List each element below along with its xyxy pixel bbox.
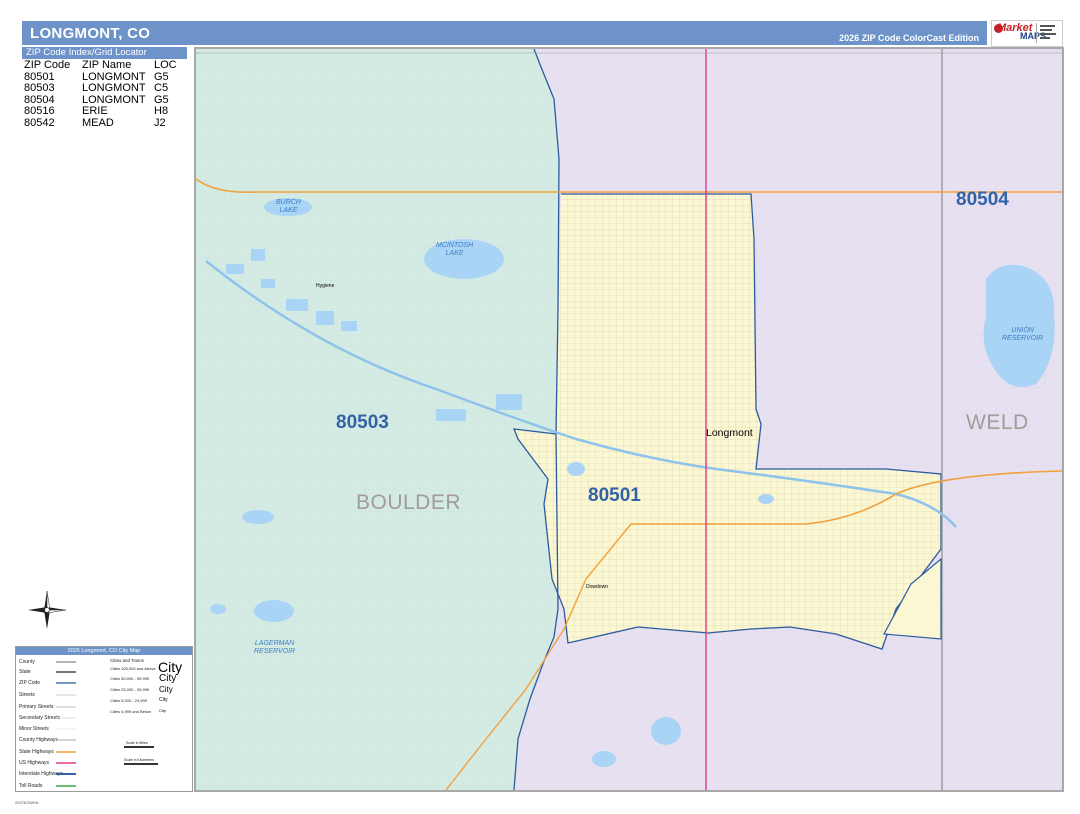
legend-item: US Highways <box>19 760 50 766</box>
zip-loc: C5 <box>154 82 169 94</box>
legend-city-size: Cities 100,000 and Above <box>110 666 156 671</box>
title-bar: LONGMONT, CO 2026 ZIP Code ColorCast Edi… <box>22 21 987 45</box>
legend-swatches <box>56 661 76 787</box>
zip-name: LONGMONT <box>82 82 146 94</box>
legend-item: State <box>19 669 31 675</box>
town-label-hygiene: Hygiene <box>316 283 335 289</box>
legend-scale-km: Scale in Kilometers <box>124 758 154 762</box>
zip-index-header-row: ZIP Code ZIP Name LOC <box>22 59 179 72</box>
col-zip-code: ZIP Code <box>24 59 71 71</box>
legend-city-size: Cities 25,000 - 49,999 <box>110 687 150 692</box>
water-label-union-reservoir: UNION RESERVOIR <box>1002 327 1044 342</box>
county-label-weld: WELD <box>966 411 1029 434</box>
legend-cities-header: Cities and Towns <box>110 658 144 663</box>
scale-bar-km <box>124 763 158 765</box>
map-canvas <box>196 49 1062 790</box>
map-frame[interactable]: 80503 80501 80504 BOULDER WELD Longmont … <box>194 47 1064 792</box>
water-pond <box>242 510 274 524</box>
zip-label-80503: 80503 <box>336 412 389 433</box>
legend-item: Secondary Streets <box>19 715 61 721</box>
zip-index-title: ZIP Code Index/Grid Locator <box>22 47 187 59</box>
footer-code: 2027876WHL <box>15 800 40 805</box>
logo-fineprint <box>1036 23 1059 43</box>
edition-label: 2026 ZIP Code ColorCast Edition <box>839 33 979 43</box>
legend-item: State Highways <box>19 749 54 755</box>
legend-title: 2026 Longmont, CO City Map <box>16 647 192 655</box>
zip-index: ZIP Code Index/Grid Locator ZIP Code ZIP… <box>22 47 187 129</box>
water-pond <box>758 494 774 504</box>
legend-city-size: Cities 4,999 and Below <box>110 709 151 714</box>
zip-loc: J2 <box>154 116 166 129</box>
legend-item: ZIP Code <box>19 680 41 686</box>
water-pond <box>210 604 226 614</box>
county-label-boulder: BOULDER <box>356 491 462 514</box>
zip-name: ERIE <box>82 105 108 117</box>
legend-item: Primary Streets <box>19 704 54 710</box>
map-title: LONGMONT, CO <box>30 24 151 42</box>
water-lagerman-reservoir <box>254 600 294 622</box>
legend-item: Streets <box>19 692 35 698</box>
zip-index-table: ZIP Code ZIP Name LOC 80501 LONGMONT G5 80… <box>22 59 179 130</box>
zip-label-80504: 80504 <box>956 189 1009 210</box>
city-label-longmont: Longmont <box>706 427 753 439</box>
legend-item: County Highways <box>19 737 58 743</box>
zip-code: 80516 <box>24 105 55 117</box>
legend-city-sample: City <box>159 685 173 694</box>
zip-code: 80503 <box>24 82 55 94</box>
town-label: Dowdown <box>586 584 608 590</box>
col-zip-name: ZIP Name <box>82 59 132 71</box>
col-loc: LOC <box>154 59 177 71</box>
zip-label-80501: 80501 <box>588 485 641 506</box>
legend-city-sample: City <box>159 673 177 684</box>
market-maps-logo: Market MAPS <box>991 20 1063 47</box>
legend-city-sample: City <box>159 697 168 703</box>
water-label-burch-lake: BURCH LAKE <box>276 199 301 214</box>
legend-item: Toll Roads <box>19 783 43 789</box>
legend-item: Minor Streets <box>19 726 49 732</box>
water-pond <box>651 717 681 745</box>
compass-rose-icon <box>28 590 67 629</box>
water-label-lagerman-reservoir: LAGERMAN RESERVOIR <box>254 640 296 655</box>
zip-loc: H8 <box>154 105 169 117</box>
table-row: 80503 LONGMONT C5 <box>22 82 179 95</box>
legend-item: County <box>19 659 35 665</box>
zip-name: MEAD <box>82 116 114 129</box>
legend-city-size: Cities 50,000 - 99,999 <box>110 676 150 681</box>
scale-bar-miles <box>124 746 154 748</box>
zip-code: 80542 <box>24 116 55 129</box>
legend-city-size: Cities 5,000 - 24,999 <box>110 698 147 703</box>
map-legend: 2026 Longmont, CO City Map County State … <box>15 646 193 792</box>
water-pond <box>592 751 616 767</box>
legend-scale-miles: Scale in Miles <box>126 741 148 745</box>
water-pond <box>567 462 585 476</box>
table-row: 80516 ERIE H8 <box>22 105 179 118</box>
legend-city-sample-small: City <box>159 708 166 713</box>
table-row: 80542 MEAD J2 <box>22 116 179 130</box>
water-label-mcintosh-lake: MCINTOSH LAKE <box>436 242 474 257</box>
